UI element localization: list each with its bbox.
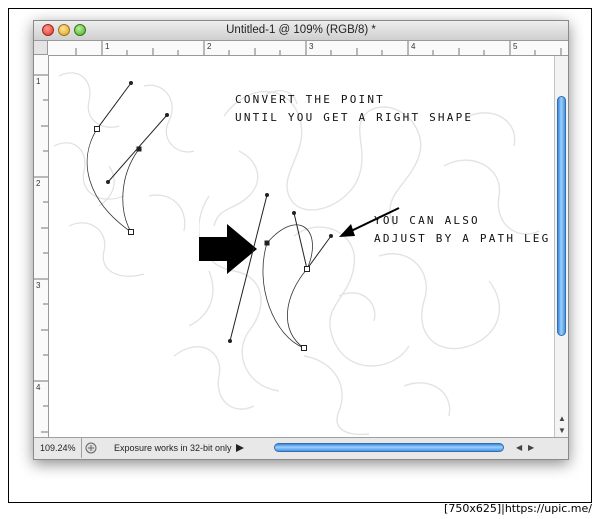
zoom-button[interactable] <box>74 24 86 36</box>
vruler-label-4: 4 <box>36 383 41 392</box>
annotation-line-2: UNTIL YOU GET A RIGHT SHAPE <box>235 111 474 124</box>
document-canvas[interactable]: CONVERT THE POINT UNTIL YOU GET A RIGHT … <box>49 56 554 437</box>
hruler-label-2: 2 <box>207 42 212 51</box>
status-document-icon[interactable] <box>85 442 97 454</box>
title-bar[interactable]: Untitled-1 @ 109% (RGB/8) * <box>34 21 568 41</box>
vruler-label-1: 1 <box>36 77 41 86</box>
ruler-origin[interactable] <box>34 41 48 55</box>
status-menu-arrow-icon[interactable] <box>235 443 245 453</box>
scroll-left-arrow[interactable]: ◀ <box>516 443 522 452</box>
scroll-right-arrow[interactable]: ▶ <box>528 443 534 452</box>
annotation-line-3: YOU CAN ALSO <box>374 214 480 227</box>
status-bar: 109.24% Exposure works in 32-bit only ◀ … <box>34 437 568 459</box>
vertical-scrollbar[interactable]: ▲ ▼ <box>554 56 568 437</box>
vruler-label-3: 3 <box>36 281 41 290</box>
annotation-line-4: ADJUST BY A PATH LEG <box>374 232 551 245</box>
hruler-label-4: 4 <box>411 42 416 51</box>
vertical-ruler[interactable]: 1 2 3 4 <box>34 55 49 437</box>
horizontal-scrollbar[interactable]: ◀ ▶ <box>248 440 538 456</box>
transition-arrow <box>199 224 257 274</box>
hruler-label-3: 3 <box>309 42 314 51</box>
vertical-scroll-thumb[interactable] <box>557 96 566 336</box>
document-window: Untitled-1 @ 109% (RGB/8) * 1 2 3 4 5 1 … <box>33 20 569 460</box>
vruler-label-2: 2 <box>36 179 41 188</box>
hruler-label-1: 1 <box>105 42 110 51</box>
before-panel <box>49 56 199 291</box>
window-title: Untitled-1 @ 109% (RGB/8) * <box>226 24 376 36</box>
zoom-level-field[interactable]: 109.24% <box>34 438 82 458</box>
hruler-label-5: 5 <box>513 42 518 51</box>
horizontal-scroll-thumb[interactable] <box>274 443 504 452</box>
scroll-down-arrow[interactable]: ▼ <box>558 426 566 435</box>
minimize-button[interactable] <box>58 24 70 36</box>
scroll-up-arrow[interactable]: ▲ <box>558 414 566 423</box>
image-footer: [750x625]|https://upic.me/ <box>444 502 592 515</box>
close-button[interactable] <box>42 24 54 36</box>
status-info-text: Exposure works in 32-bit only <box>114 443 232 453</box>
annotation-line-1: CONVERT THE POINT <box>235 93 385 106</box>
horizontal-ruler[interactable]: 1 2 3 4 5 <box>48 41 568 56</box>
after-path <box>228 193 333 351</box>
vertical-ruler-ticks: 1 2 3 4 <box>34 74 48 433</box>
horizontal-ruler-ticks: 1 2 3 4 5 <box>75 41 562 55</box>
